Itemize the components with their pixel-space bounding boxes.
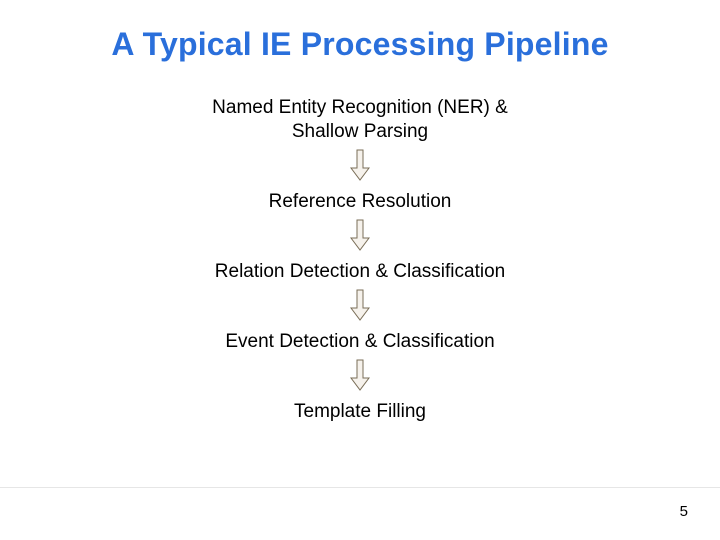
step-template: Template Filling — [0, 400, 720, 424]
step-ner-line1: Named Entity Recognition (NER) & — [0, 96, 720, 120]
slide-title: A Typical IE Processing Pipeline — [0, 26, 720, 63]
down-arrow-icon — [349, 288, 371, 322]
step-relation: Relation Detection & Classification — [0, 260, 720, 284]
step-ner-line2: Shallow Parsing — [0, 120, 720, 144]
step-event: Event Detection & Classification — [0, 330, 720, 354]
down-arrow-icon — [349, 148, 371, 182]
step-refres: Reference Resolution — [0, 190, 720, 214]
footer-divider — [0, 487, 720, 488]
down-arrow-icon — [349, 218, 371, 252]
step-ner: Named Entity Recognition (NER) & Shallow… — [0, 96, 720, 144]
down-arrow-icon — [349, 358, 371, 392]
page-number: 5 — [680, 503, 688, 520]
slide: { "title": "A Typical IE Processing Pipe… — [0, 0, 720, 540]
